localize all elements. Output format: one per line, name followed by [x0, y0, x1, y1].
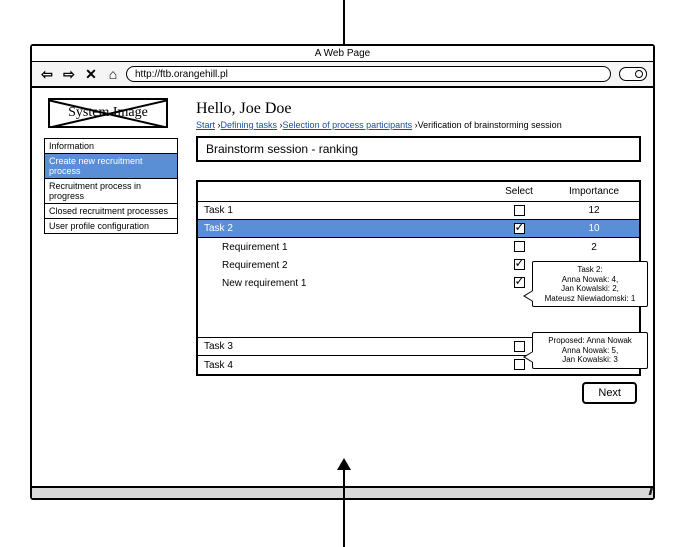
breadcrumb-start[interactable]: Start [196, 120, 215, 130]
breadcrumb-current: Verification of brainstorming session [418, 120, 562, 130]
sidebar-item-closed[interactable]: Closed recruitment processes [45, 204, 177, 219]
page-greeting: Hello, Joe Doe [196, 100, 641, 118]
guide-line-top [343, 0, 345, 46]
checkbox[interactable] [514, 241, 525, 252]
checkbox[interactable] [514, 205, 525, 216]
panel-title: Brainstorm session - ranking [196, 136, 641, 162]
guide-arrow-stem [343, 468, 345, 492]
sidebar-item-information[interactable]: Information [45, 139, 177, 154]
tooltip-requirement-proposed: Proposed: Anna Nowak Anna Nowak: 5, Jan … [532, 332, 648, 369]
breadcrumb-defining[interactable]: Defining tasks [221, 120, 278, 130]
back-button[interactable]: ⇦ [38, 66, 56, 82]
forward-button[interactable]: ⇨ [60, 66, 78, 82]
next-button[interactable]: Next [582, 382, 637, 404]
url-text: http://ftb.orangehill.pl [135, 69, 228, 80]
guide-line-bottom [343, 490, 345, 547]
col-header-importance: Importance [549, 186, 639, 197]
home-button[interactable]: ⌂ [104, 66, 122, 82]
sidebar-menu: Information Create new recruitment proce… [44, 138, 178, 234]
resize-grip-icon[interactable]: /// [649, 489, 651, 497]
tooltip-task2-votes: Task 2: Anna Nowak: 4, Jan Kowalski: 2, … [532, 261, 648, 307]
breadcrumb-participants[interactable]: Selection of process participants [283, 120, 413, 130]
grid-row-req1[interactable]: Requirement 1 2 [198, 238, 639, 256]
browser-toolbar: ⇦ ⇨ ✕ ⌂ http://ftb.orangehill.pl [32, 62, 653, 88]
checkbox[interactable] [514, 259, 525, 270]
system-logo: System Image [48, 98, 168, 128]
url-bar[interactable]: http://ftb.orangehill.pl [126, 66, 611, 82]
stop-button[interactable]: ✕ [82, 66, 100, 82]
search-button[interactable] [619, 67, 647, 81]
sidebar-item-in-progress[interactable]: Recruitment process in progress [45, 179, 177, 204]
checkbox[interactable] [514, 223, 525, 234]
col-header-select: Select [489, 186, 549, 197]
checkbox[interactable] [514, 277, 525, 288]
grid-row-task1[interactable]: Task 1 12 [198, 202, 639, 220]
window-title: A Web Page [32, 46, 653, 62]
breadcrumb: Start Defining tasks Selection of process … [196, 120, 641, 130]
sidebar-item-user-profile[interactable]: User profile configuration [45, 219, 177, 233]
grid-row-task2[interactable]: Task 2 10 [198, 220, 639, 238]
browser-window: A Web Page ⇦ ⇨ ✕ ⌂ http://ftb.orangehill… [30, 44, 655, 500]
logo-text: System Image [68, 105, 148, 121]
sidebar-item-create-process[interactable]: Create new recruitment process [45, 154, 177, 179]
